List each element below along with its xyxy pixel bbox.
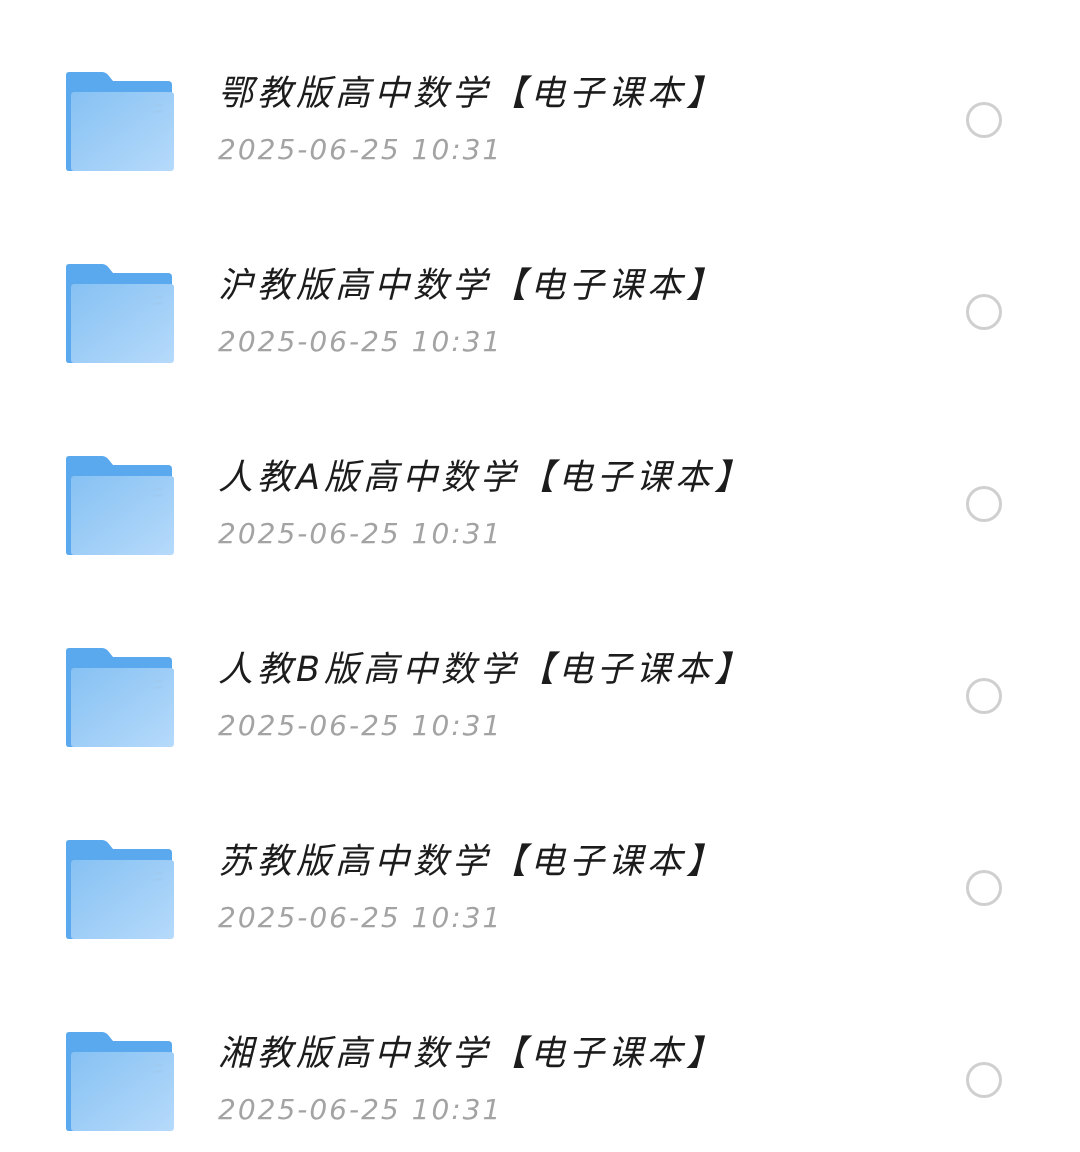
file-row[interactable]: 沪教版高中数学【电子课本】 2025-06-25 10:31 bbox=[0, 192, 1080, 384]
file-name: 湘教版高中数学【电子课本】 bbox=[218, 1034, 726, 1074]
folder-icon bbox=[66, 456, 174, 555]
file-list: 鄂教版高中数学【电子课本】 2025-06-25 10:31 沪教版高中数学【电… bbox=[0, 0, 1080, 1152]
select-radio[interactable] bbox=[966, 870, 1002, 906]
folder-icon bbox=[66, 72, 174, 171]
file-row[interactable]: 湘教版高中数学【电子课本】 2025-06-25 10:31 bbox=[0, 960, 1080, 1152]
folder-icon bbox=[66, 648, 174, 747]
file-name: 人教A版高中数学【电子课本】 bbox=[218, 458, 753, 498]
folder-icon bbox=[66, 1032, 174, 1131]
file-row[interactable]: 苏教版高中数学【电子课本】 2025-06-25 10:31 bbox=[0, 768, 1080, 960]
file-date: 2025-06-25 10:31 bbox=[218, 1093, 503, 1126]
select-radio[interactable] bbox=[966, 678, 1002, 714]
file-name: 沪教版高中数学【电子课本】 bbox=[218, 266, 726, 306]
file-name: 鄂教版高中数学【电子课本】 bbox=[218, 74, 726, 114]
file-date: 2025-06-25 10:31 bbox=[218, 133, 503, 166]
file-row[interactable]: 人教A版高中数学【电子课本】 2025-06-25 10:31 bbox=[0, 384, 1080, 576]
file-date: 2025-06-25 10:31 bbox=[218, 325, 503, 358]
select-radio[interactable] bbox=[966, 102, 1002, 138]
select-radio[interactable] bbox=[966, 1062, 1002, 1098]
file-name: 苏教版高中数学【电子课本】 bbox=[218, 842, 726, 882]
file-date: 2025-06-25 10:31 bbox=[218, 709, 503, 742]
select-radio[interactable] bbox=[966, 294, 1002, 330]
file-date: 2025-06-25 10:31 bbox=[218, 517, 503, 550]
folder-icon bbox=[66, 840, 174, 939]
file-row[interactable]: 鄂教版高中数学【电子课本】 2025-06-25 10:31 bbox=[0, 0, 1080, 192]
select-radio[interactable] bbox=[966, 486, 1002, 522]
file-row[interactable]: 人教B版高中数学【电子课本】 2025-06-25 10:31 bbox=[0, 576, 1080, 768]
file-date: 2025-06-25 10:31 bbox=[218, 901, 503, 934]
folder-icon bbox=[66, 264, 174, 363]
file-name: 人教B版高中数学【电子课本】 bbox=[218, 650, 754, 690]
